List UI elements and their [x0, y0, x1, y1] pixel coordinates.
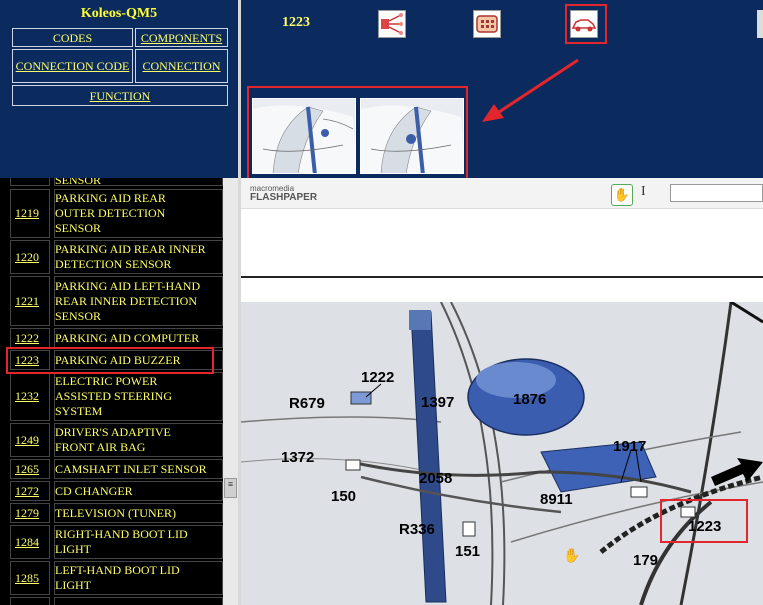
list-item-label[interactable]: RIGHT-HAND BOOT LID LIGHT — [54, 525, 223, 559]
partial-icon[interactable] — [757, 10, 763, 38]
diagram-label: R336 — [399, 521, 435, 538]
list-item-code[interactable]: 1222 — [10, 328, 50, 348]
app-title: Koleos-QM5 — [80, 6, 158, 21]
list-item-label[interactable]: PARKING AID COMPUTER — [54, 328, 223, 348]
list-item[interactable]: 1232 ELECTRIC POWER ASSISTED STEERING SY… — [10, 372, 223, 421]
pointer-arrow — [482, 58, 579, 122]
viewer-search-input[interactable] — [670, 184, 763, 202]
list-item[interactable]: 1265 CAMSHAFT INLET SENSOR — [10, 459, 223, 479]
logo-line-2: FLASHPAPER — [250, 192, 318, 203]
list-scrollbar[interactable] — [223, 178, 238, 605]
list-item-code[interactable]: 1249 — [10, 423, 50, 457]
list-item-label[interactable]: CAMSHAFT INLET SENSOR — [54, 459, 223, 479]
list-item-label[interactable]: LEFT-HAND BOOT LID LIGHT — [54, 561, 223, 595]
diagram-label: 150 — [331, 488, 356, 505]
location-thumbnail-2[interactable] — [360, 98, 464, 174]
list-item-code[interactable]: 1220 — [10, 240, 50, 274]
diagram-label: 1223 — [688, 518, 721, 535]
diagram-label: 1876 — [513, 391, 546, 408]
diagram-label: 1222 — [361, 369, 394, 386]
list-item-label[interactable]: ELECTRIC POWER ASSISTED STEERING SYSTEM — [54, 372, 223, 421]
text-select-icon[interactable]: I — [641, 184, 646, 200]
wiring-harness-icon[interactable] — [378, 10, 406, 38]
list-item[interactable]: 1219 PARKING AID REAR OUTER DETECTION SE… — [10, 189, 223, 238]
list-item[interactable]: 1272 CD CHANGER — [10, 481, 223, 501]
hand-tool-icon[interactable]: ✋ — [611, 184, 633, 206]
selected-row-highlight — [6, 347, 214, 374]
diagram-label: 1397 — [421, 394, 454, 411]
list-scroll-thumb[interactable]: ≡ — [224, 478, 237, 498]
list-item-code[interactable] — [10, 178, 50, 186]
nav-connection[interactable]: CONNECTION — [135, 49, 228, 83]
connector-icon[interactable] — [473, 10, 501, 38]
nav-components[interactable]: COMPONENTS — [135, 28, 228, 47]
list-item[interactable]: 1285 LEFT-HAND BOOT LID LIGHT — [10, 561, 223, 595]
list-item-label[interactable]: SENSOR — [54, 178, 223, 187]
list-item-code[interactable]: 1279 — [10, 503, 50, 523]
vehicle-location-icon[interactable] — [570, 10, 598, 38]
list-item-code[interactable]: 1285 — [10, 561, 50, 595]
list-item-label[interactable]: DRIVER'S ADAPTIVE FRONT AIR BAG — [54, 423, 223, 457]
location-diagram: 1222 R679 1397 1876 1372 1917 2058 150 8… — [241, 302, 763, 605]
list-item-label[interactable]: PARKING AID LEFT-HAND REAR INNER DETECTI… — [54, 276, 223, 326]
diagram-label: R679 — [289, 395, 325, 412]
list-item-code[interactable]: 1284 — [10, 525, 50, 559]
diagram-label: 8911 — [540, 491, 573, 508]
list-item[interactable]: 1279 TELEVISION (TUNER) — [10, 503, 223, 523]
list-item[interactable]: 1220 PARKING AID REAR INNER DETECTION SE… — [10, 240, 223, 274]
nav-codes[interactable]: CODES — [12, 28, 133, 47]
list-item-code[interactable]: 1221 — [10, 276, 50, 326]
list-item-label[interactable]: CD CHANGER — [54, 481, 223, 501]
location-thumbnail-1[interactable] — [252, 98, 356, 174]
list-item[interactable]: 1222 PARKING AID COMPUTER — [10, 328, 223, 348]
list-item-label[interactable]: PARKING AID REAR OUTER DETECTION SENSOR — [54, 189, 223, 238]
page-divider — [241, 276, 763, 278]
list-item[interactable]: 1249 DRIVER'S ADAPTIVE FRONT AIR BAG — [10, 423, 223, 457]
list-item-code[interactable] — [10, 597, 50, 605]
list-item[interactable]: 1221 PARKING AID LEFT-HAND REAR INNER DE… — [10, 276, 223, 326]
list-item-code[interactable]: 1265 — [10, 459, 50, 479]
list-item-label[interactable]: PARKING AID REAR INNER DETECTION SENSOR — [54, 240, 223, 274]
diagram-label: 2058 — [419, 470, 452, 487]
nav-function[interactable]: FUNCTION — [12, 85, 228, 106]
list-item-label[interactable] — [54, 597, 223, 605]
component-list: SENSOR 1219 PARKING AID REAR OUTER DETEC… — [0, 178, 238, 605]
flashpaper-logo: macromedia FLASHPAPER — [250, 184, 318, 203]
list-item-code[interactable]: 1232 — [10, 372, 50, 421]
diagram-label: 151 — [455, 543, 480, 560]
diagram-label: 1372 — [281, 449, 314, 466]
selected-code: 1223 — [282, 15, 310, 30]
list-item-label[interactable]: TELEVISION (TUNER) — [54, 503, 223, 523]
diagram-label: 1917 — [613, 438, 646, 455]
diagram-label: 179 — [633, 552, 658, 569]
nav-connection-code[interactable]: CONNECTION CODE — [12, 49, 133, 83]
list-item-code[interactable]: 1219 — [10, 189, 50, 238]
list-item[interactable]: 1284 RIGHT-HAND BOOT LID LIGHT — [10, 525, 223, 559]
list-item-code[interactable]: 1272 — [10, 481, 50, 501]
hand-cursor-icon: ✋ — [563, 547, 580, 564]
list-item-partial[interactable] — [10, 597, 223, 605]
list-item[interactable]: SENSOR — [10, 178, 223, 187]
